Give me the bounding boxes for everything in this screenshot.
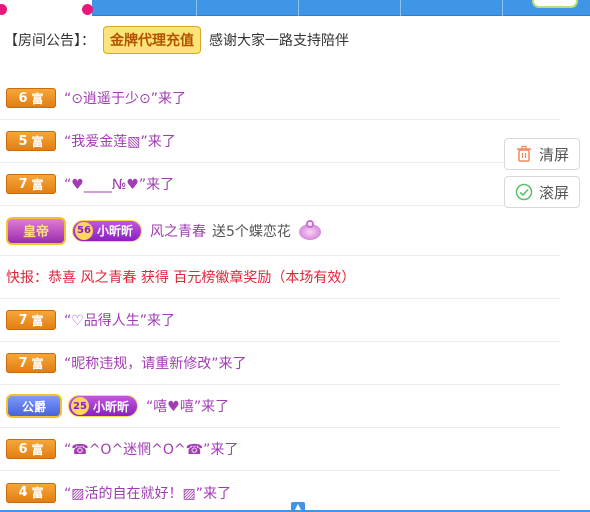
check-circle-icon bbox=[515, 183, 533, 201]
chat-row-gift: 皇帝 56 小昕昕 风之青春 送5个蝶恋花 bbox=[0, 206, 560, 256]
chat-message-list: 6富 “⊙逍遥于少⊙”来了 5富 “我爱金莲▧”来了 7富 “♥____№♥”来… bbox=[0, 77, 590, 512]
chat-row: 7富 “昵称违规，请重新修改”来了 bbox=[0, 342, 560, 385]
chat-row: 5富 “我爱金莲▧”来了 bbox=[0, 120, 560, 163]
top-toolbar-strip bbox=[92, 0, 590, 16]
entry-message[interactable]: “昵称违规，请重新修改”来了 bbox=[64, 353, 247, 373]
room-announcement: 【房间公告】： 金牌代理充值 感谢大家一路支持陪伴 bbox=[4, 26, 349, 54]
fan-club-badge: 56 小昕昕 bbox=[72, 219, 143, 242]
entry-message[interactable]: “嘻♥嘻”来了 bbox=[146, 396, 229, 416]
wealth-rank-badge: 4富 bbox=[6, 482, 56, 503]
decor-dot-right bbox=[82, 4, 93, 15]
gift-action-text: 送5个蝶恋花 bbox=[212, 223, 291, 240]
wealth-rank-badge: 7富 bbox=[6, 310, 56, 330]
gold-agent-recharge-button[interactable]: 金牌代理充值 bbox=[103, 26, 201, 54]
chat-row: 7富 “♡品得人生”来了 bbox=[0, 299, 560, 342]
entry-message[interactable]: “♥____№♥”来了 bbox=[64, 174, 174, 194]
fan-club-name: 小昕昕 bbox=[97, 224, 134, 238]
fan-level: 56 bbox=[75, 221, 93, 240]
fan-level: 25 bbox=[71, 397, 89, 415]
auto-scroll-button[interactable]: 滚屏 bbox=[504, 176, 580, 208]
clear-screen-button[interactable]: 清屏 bbox=[504, 138, 580, 170]
entry-message[interactable]: “我爱金莲▧”来了 bbox=[64, 131, 176, 151]
toolbar-divider bbox=[298, 0, 299, 16]
butterfly-gift-icon bbox=[297, 219, 323, 242]
wealth-rank-badge: 6富 bbox=[6, 439, 56, 459]
chat-row: 4富 “▨活的自在就好！▨”来了 bbox=[0, 471, 560, 512]
fan-club-badge: 25 小昕昕 bbox=[68, 395, 139, 417]
toolbar-divider bbox=[502, 0, 503, 16]
entry-message[interactable]: “▨活的自在就好！▨”来了 bbox=[64, 483, 231, 503]
duke-noble-badge: 公爵 bbox=[6, 394, 62, 418]
entry-message[interactable]: “⊙逍遥于少⊙”来了 bbox=[64, 88, 186, 108]
chat-row: 6富 “⊙逍遥于少⊙”来了 bbox=[0, 77, 560, 120]
chat-row: 7富 “♥____№♥”来了 bbox=[0, 163, 560, 206]
chat-row: 公爵 25 小昕昕 “嘻♥嘻”来了 bbox=[0, 385, 560, 428]
entry-message[interactable]: “☎^O^迷惘^O^☎”来了 bbox=[64, 439, 238, 459]
fan-club-name: 小昕昕 bbox=[93, 399, 130, 414]
auto-scroll-label: 滚屏 bbox=[538, 183, 569, 202]
wealth-rank-badge: 7富 bbox=[6, 174, 56, 194]
wealth-rank-badge: 6富 bbox=[6, 88, 56, 108]
toolbar-toggle[interactable] bbox=[532, 0, 578, 8]
entry-message[interactable]: “♡品得人生”来了 bbox=[64, 310, 175, 330]
emperor-noble-badge: 皇帝 bbox=[6, 216, 66, 245]
expand-up-icon[interactable]: ▲ bbox=[291, 502, 305, 512]
clear-screen-label: 清屏 bbox=[538, 145, 569, 164]
announcement-text: 感谢大家一路支持陪伴 bbox=[209, 33, 349, 49]
user-name[interactable]: 风之青春 bbox=[150, 221, 206, 241]
toolbar-divider bbox=[400, 0, 401, 16]
announcement-label: 【房间公告】： bbox=[4, 33, 95, 49]
wealth-rank-badge: 5富 bbox=[6, 131, 56, 151]
trash-icon bbox=[516, 145, 531, 162]
flash-news-text: 快报：恭喜 风之青春 获得 百元榜徽章奖励（本场有效） bbox=[6, 270, 356, 286]
wealth-rank-badge: 7富 bbox=[6, 353, 56, 373]
toolbar-divider bbox=[196, 0, 197, 16]
chat-row: 6富 “☎^O^迷惘^O^☎”来了 bbox=[0, 428, 560, 471]
chat-row-flash: 快报：恭喜 风之青春 获得 百元榜徽章奖励（本场有效） bbox=[0, 256, 560, 299]
decor-dot-left bbox=[0, 4, 7, 15]
